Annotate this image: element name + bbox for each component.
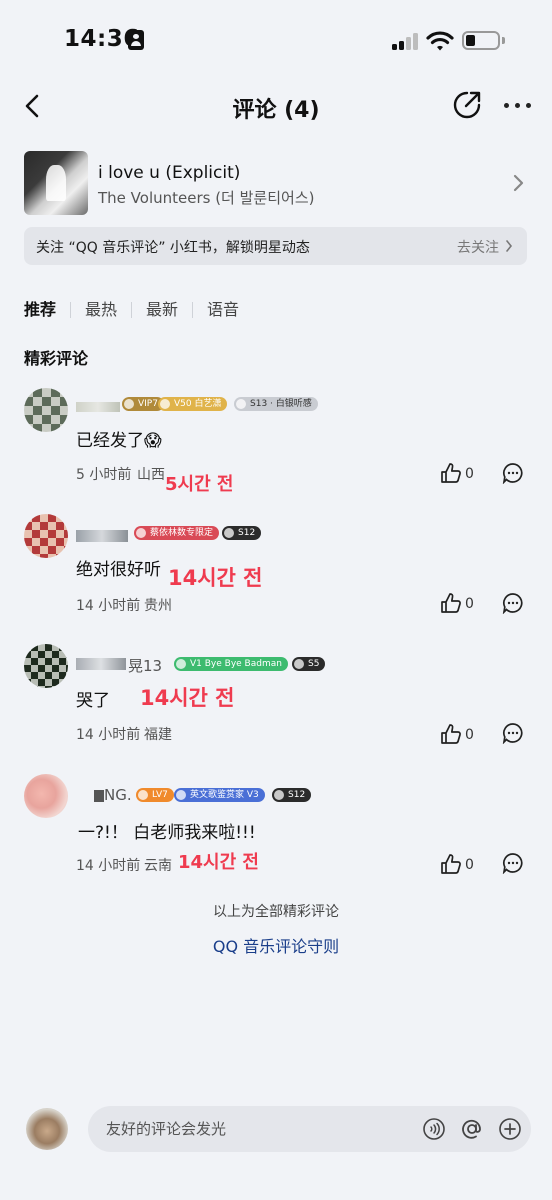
album-cover[interactable] [24, 151, 88, 215]
like-icon[interactable] [440, 592, 462, 614]
korean-time-overlay: 5시간 전 [165, 474, 234, 495]
wifi-icon [426, 31, 454, 51]
tab-voice[interactable]: 语音 [207, 302, 253, 318]
like-count: 0 [465, 857, 474, 873]
avatar[interactable] [24, 514, 68, 558]
reply-icon[interactable] [502, 462, 524, 484]
comment-time: 14 小时前 [76, 598, 141, 614]
comment-text: 已经发了😱 [76, 431, 162, 451]
listen-badge: S12 [222, 526, 262, 540]
add-icon[interactable] [498, 1117, 522, 1141]
battery-icon [462, 31, 500, 50]
comment-location: 山西 [137, 467, 165, 483]
comment-time: 14 小时前 [76, 727, 141, 743]
sort-tabs: 推荐 最热 最新 语音 [24, 298, 267, 322]
korean-time-overlay: 14시간 전 [178, 852, 259, 873]
reply-icon[interactable] [502, 592, 524, 614]
comment-item: VIP7 V50 白艺潇 S13 · 白银听感 已经发了😱 5 小时前 山西 5… [0, 380, 552, 495]
nickname-blur [76, 658, 126, 670]
comment-location: 福建 [144, 727, 172, 743]
cellular-signal-icon [392, 32, 420, 50]
follow-banner[interactable]: 关注 “QQ 音乐评论” 小红书，解锁明星动态 去关注 [24, 227, 527, 265]
battery-cap [502, 37, 505, 44]
tab-newest[interactable]: 最新 [146, 302, 194, 318]
like-count: 0 [465, 727, 474, 743]
comment-time: 14 小时前 [76, 858, 141, 874]
comment-time: 5 小时前 [76, 467, 132, 483]
avatar[interactable] [24, 644, 68, 688]
comment-item: 晃13 V1 Bye Bye Badman S5 哭了 14시간 전 14 小时… [0, 640, 552, 750]
nickname[interactable]: NG. [104, 786, 132, 804]
avatar[interactable] [24, 774, 68, 818]
end-of-comments-text: 以上为全部精彩评论 [213, 904, 339, 920]
comment-item: 蔡依林数专限定 S12 绝对很好听 14시간 전 14 小时前 贵州 0 [0, 510, 552, 620]
korean-time-overlay: 14시간 전 [168, 566, 263, 590]
banner-text: 关注 “QQ 音乐评论” 小红书，解锁明星动态 [36, 240, 310, 256]
event-badge: 蔡依林数专限定 [134, 526, 220, 540]
comment-location: 云南 [144, 858, 172, 874]
listen-badge: S13 · 白银听感 [234, 397, 318, 411]
comment-text: 哭了 [76, 691, 110, 711]
nickname-blur [76, 530, 128, 542]
song-artist[interactable]: The Volunteers (더 발룬티어스) [98, 187, 314, 208]
follow-button[interactable]: 去关注 [457, 237, 499, 257]
nickname[interactable]: 晃13 [128, 655, 162, 676]
like-icon[interactable] [440, 723, 462, 745]
nickname-blur [94, 790, 104, 802]
more-options-icon[interactable] [504, 103, 534, 109]
chevron-right-icon [506, 240, 513, 252]
comment-text: 一?!！ 白老师我来啦!!! [78, 823, 256, 843]
korean-time-overlay: 14시간 전 [140, 686, 235, 710]
expert-badge: 英文歌鉴赏家 V3 [174, 788, 265, 802]
level-badge: LV7 [136, 788, 174, 802]
tab-hottest[interactable]: 最热 [85, 302, 133, 318]
like-count: 0 [465, 466, 474, 482]
reply-icon[interactable] [502, 722, 524, 744]
chevron-right-icon[interactable] [510, 172, 526, 194]
song-title[interactable]: i love u (Explicit) [98, 163, 240, 183]
reply-icon[interactable] [502, 852, 524, 874]
comment-location: 贵州 [144, 598, 172, 614]
section-title: 精彩评论 [24, 349, 89, 368]
level-badge: V50 白艺潇 [158, 397, 228, 411]
listen-badge: S5 [292, 657, 326, 671]
like-count: 0 [465, 596, 474, 612]
comment-rules-link[interactable]: QQ 音乐评论守则 [0, 933, 552, 957]
like-icon[interactable] [440, 462, 462, 484]
like-icon[interactable] [440, 853, 462, 875]
avatar[interactable] [24, 388, 68, 432]
my-avatar[interactable] [26, 1108, 68, 1150]
listen-badge: S12 [272, 788, 312, 802]
comment-item: NG. LV7 英文歌鉴赏家 V3 S12 一?!！ 白老师我来啦!!! 14 … [0, 770, 552, 885]
tab-recommended[interactable]: 推荐 [24, 302, 72, 318]
nickname-blur [76, 402, 120, 412]
mention-icon[interactable] [460, 1117, 484, 1141]
comment-text: 绝对很好听 [76, 560, 161, 580]
level-badge: V1 Bye Bye Badman [174, 657, 288, 671]
share-icon[interactable] [452, 90, 482, 120]
voice-icon[interactable] [422, 1117, 446, 1141]
id-card-icon [128, 30, 144, 50]
